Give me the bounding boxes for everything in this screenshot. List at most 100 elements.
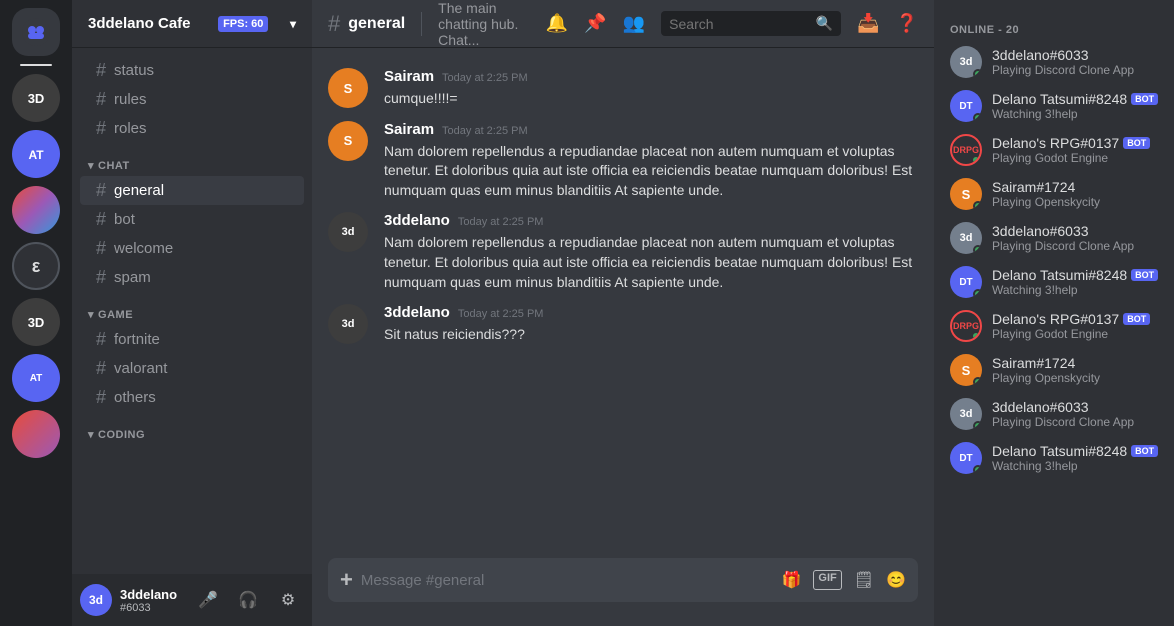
server-icon-awesome-2[interactable]: AT: [12, 354, 60, 402]
member-item[interactable]: 3d 3ddelano#6033 Playing Discord Clone A…: [942, 40, 1166, 84]
server-icon-epsilon[interactable]: ε: [12, 242, 60, 290]
member-item[interactable]: S Sairam#1724 Playing Openskycity: [942, 348, 1166, 392]
member-name: Delano's RPG#0137 BOT: [992, 311, 1158, 327]
category-game[interactable]: ▾ GAME: [72, 292, 312, 325]
inbox-icon[interactable]: 📥: [857, 13, 879, 34]
channel-item-spam[interactable]: # spam: [80, 263, 304, 292]
hash-icon: #: [96, 358, 106, 379]
chat-header: # general The main chatting hub. Chat...…: [312, 0, 934, 48]
message-author[interactable]: 3ddelano: [384, 212, 450, 229]
member-info: 3ddelano#6033 Playing Discord Clone App: [992, 47, 1158, 77]
member-name: Sairam#1724: [992, 355, 1158, 371]
notification-bell-icon[interactable]: 🔔: [546, 13, 568, 34]
hash-icon: #: [96, 387, 106, 408]
channel-item-rules[interactable]: # rules: [80, 85, 304, 114]
avatar: DT: [950, 90, 982, 122]
channel-item-status[interactable]: # status: [80, 56, 304, 85]
message-input[interactable]: [361, 572, 774, 589]
channel-label: roles: [114, 120, 147, 137]
avatar: S: [950, 354, 982, 386]
avatar: 3d: [328, 212, 368, 252]
member-status: Playing Discord Clone App: [992, 239, 1158, 253]
message-timestamp: Today at 2:25 PM: [458, 308, 544, 320]
sticker-icon[interactable]: [854, 570, 874, 590]
help-icon[interactable]: ❓: [896, 13, 918, 34]
channel-item-bot[interactable]: # bot: [80, 205, 304, 234]
member-item[interactable]: DT Delano Tatsumi#8248 BOT Watching 3!he…: [942, 436, 1166, 480]
member-item[interactable]: DT Delano Tatsumi#8248 BOT Watching 3!he…: [942, 84, 1166, 128]
avatar: 3d: [950, 46, 982, 78]
pin-icon[interactable]: 📌: [584, 13, 606, 34]
member-info: Sairam#1724 Playing Openskycity: [992, 355, 1158, 385]
channel-item-others[interactable]: # others: [80, 383, 304, 412]
member-status: Playing Discord Clone App: [992, 415, 1158, 429]
channel-item-valorant[interactable]: # valorant: [80, 354, 304, 383]
hash-icon: #: [96, 118, 106, 139]
avatar: DT: [950, 442, 982, 474]
member-item[interactable]: DRPG Delano's RPG#0137 BOT Playing Godot…: [942, 128, 1166, 172]
channel-item-roles[interactable]: # roles: [80, 114, 304, 143]
members-sidebar: ONLINE - 20 3d 3ddelano#6033 Playing Dis…: [934, 0, 1174, 626]
message-group: S Sairam Today at 2:25 PM Nam dolorem re…: [328, 117, 918, 205]
channel-label: welcome: [114, 240, 173, 257]
hash-icon: #: [96, 89, 106, 110]
message-author[interactable]: 3ddelano: [384, 304, 450, 321]
gift-icon[interactable]: [782, 570, 802, 590]
search-box[interactable]: 🔍: [661, 11, 841, 36]
settings-button[interactable]: ⚙: [272, 584, 304, 616]
message-content: Sairam Today at 2:25 PM cumque!!!!=: [384, 68, 918, 109]
message-header: Sairam Today at 2:25 PM: [384, 68, 918, 85]
message-text: Nam dolorem repellendus a repudiandae pl…: [384, 233, 918, 292]
member-info: 3ddelano#6033 Playing Discord Clone App: [992, 223, 1158, 253]
search-input[interactable]: [669, 16, 812, 32]
server-icon-main[interactable]: [12, 8, 60, 56]
channel-sidebar: 3ddelano Cafe FPS: 60 ▾ # status # rules…: [72, 0, 312, 626]
member-status: Playing Openskycity: [992, 371, 1158, 385]
channel-item-welcome[interactable]: # welcome: [80, 234, 304, 263]
hash-icon: #: [96, 209, 106, 230]
server-icon-colorful-2[interactable]: [12, 410, 60, 458]
channel-hash-icon: #: [328, 11, 340, 37]
channel-item-general[interactable]: # general: [80, 176, 304, 205]
server-icon-3d[interactable]: 3D: [12, 74, 60, 122]
collapse-icon: ▾: [88, 159, 94, 172]
channel-label: rules: [114, 91, 147, 108]
bot-badge: BOT: [1123, 137, 1150, 149]
category-coding[interactable]: ▾ CODING: [72, 412, 312, 445]
messages-container: S Sairam Today at 2:25 PM cumque!!!!= S …: [312, 48, 934, 558]
headset-button[interactable]: 🎧: [232, 584, 264, 616]
member-status: Watching 3!help: [992, 459, 1158, 473]
server-icon-colorful[interactable]: [12, 186, 60, 234]
message-group: S Sairam Today at 2:25 PM cumque!!!!=: [328, 64, 918, 113]
channel-item-fortnite[interactable]: # fortnite: [80, 325, 304, 354]
server-icon-3d-2[interactable]: 3D: [12, 298, 60, 346]
member-item[interactable]: S Sairam#1724 Playing Openskycity: [942, 172, 1166, 216]
message-author[interactable]: Sairam: [384, 68, 434, 85]
emoji-icon[interactable]: [886, 570, 906, 590]
member-status: Playing Godot Engine: [992, 327, 1158, 341]
message-group: 3d 3ddelano Today at 2:25 PM Nam dolorem…: [328, 208, 918, 296]
category-chat[interactable]: ▾ CHAT: [72, 143, 312, 176]
member-item[interactable]: DT Delano Tatsumi#8248 BOT Watching 3!he…: [942, 260, 1166, 304]
avatar: 3d: [950, 398, 982, 430]
bot-badge: BOT: [1131, 445, 1158, 457]
hash-icon: #: [96, 180, 106, 201]
server-icon-awesome[interactable]: AT: [12, 130, 60, 178]
user-info: 3ddelano #6033: [120, 587, 184, 614]
gif-button[interactable]: GIF: [813, 570, 841, 590]
member-status: Playing Godot Engine: [992, 151, 1158, 165]
avatar: 3d: [80, 584, 112, 616]
channel-name: general: [348, 15, 405, 33]
message-author[interactable]: Sairam: [384, 121, 434, 138]
avatar: S: [950, 178, 982, 210]
member-item[interactable]: DRPG Delano's RPG#0137 BOT Playing Godot…: [942, 304, 1166, 348]
server-header[interactable]: 3ddelano Cafe FPS: 60 ▾: [72, 0, 312, 48]
microphone-button[interactable]: 🎤: [192, 584, 224, 616]
bot-badge: BOT: [1131, 93, 1158, 105]
add-attachment-button[interactable]: +: [340, 567, 353, 593]
channel-label: fortnite: [114, 331, 160, 348]
member-item[interactable]: 3d 3ddelano#6033 Playing Discord Clone A…: [942, 392, 1166, 436]
members-icon[interactable]: 👥: [623, 13, 645, 34]
member-item[interactable]: 3d 3ddelano#6033 Playing Discord Clone A…: [942, 216, 1166, 260]
user-area: 3d 3ddelano #6033 🎤 🎧 ⚙: [72, 574, 312, 626]
